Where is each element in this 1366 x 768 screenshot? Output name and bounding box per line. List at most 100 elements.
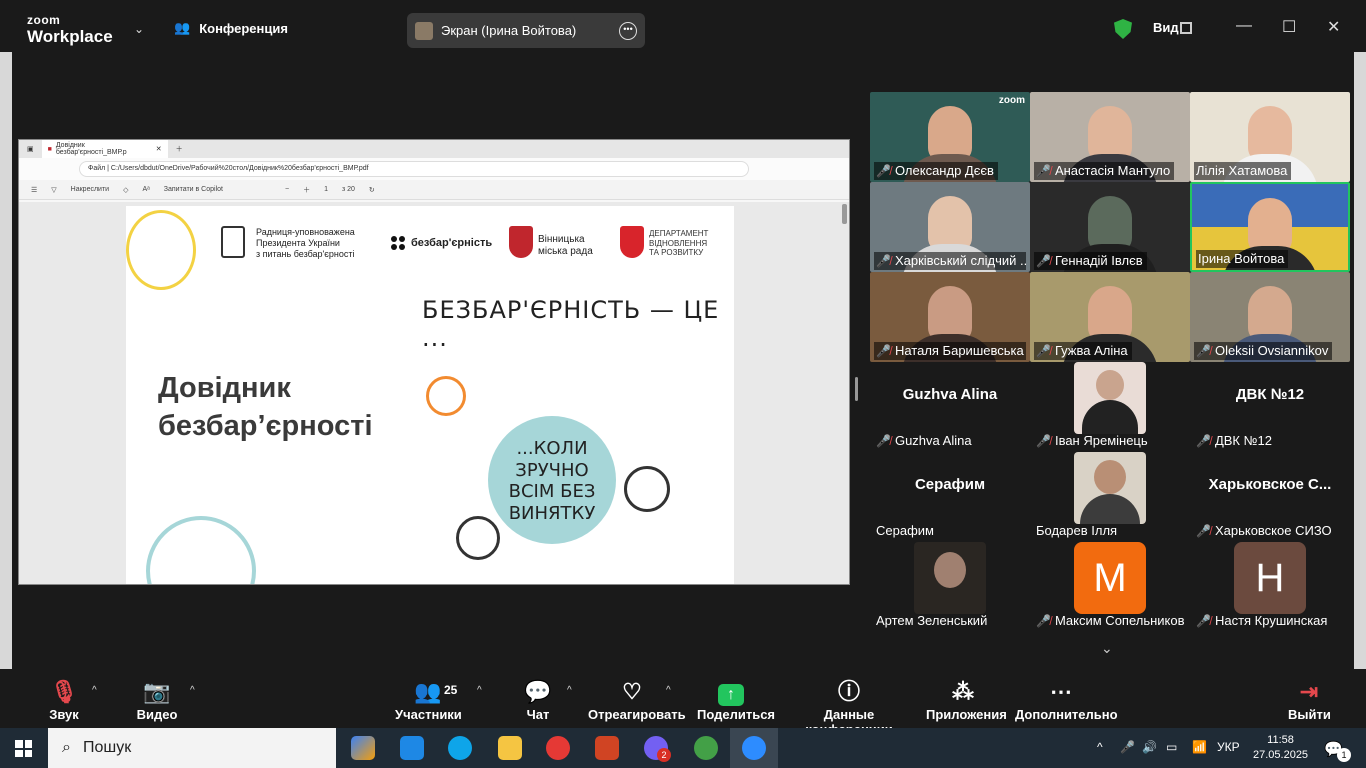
- chrome-profile-app-icon[interactable]: [694, 736, 718, 760]
- participant-display-name: Guzhva Alina: [902, 386, 998, 403]
- teal-scribble: [146, 516, 256, 584]
- tray-chevron-icon[interactable]: ^: [1097, 740, 1103, 754]
- participant-tile[interactable]: M 🎤̸ Максим Сопельников: [1030, 542, 1190, 632]
- yellow-scribble: [126, 210, 196, 290]
- apps-button[interactable]: ⁂ Приложения: [926, 677, 1007, 722]
- participant-tile[interactable]: Лілія Хатамова: [1190, 92, 1350, 182]
- participant-tile[interactable]: 🎤̸ Гужва Аліна: [1030, 272, 1190, 362]
- more-options-icon[interactable]: •••: [619, 21, 637, 40]
- participant-tile[interactable]: Серафим Серафим: [870, 452, 1030, 542]
- zoom-app-icon[interactable]: [742, 736, 766, 760]
- illustration-bike-wheel: [624, 466, 670, 512]
- audio-button[interactable]: 🎙 Звук: [46, 677, 82, 722]
- name-tag: 🎤̸ ДВК №12: [1194, 432, 1276, 450]
- battery-icon[interactable]: ▭: [1166, 740, 1177, 754]
- scrollbar[interactable]: [842, 204, 847, 224]
- participant-tile-speaking[interactable]: Ірина Войтова: [1190, 182, 1350, 272]
- text-icon[interactable]: Aᵃ: [142, 186, 149, 193]
- name-tag: 🎤̸ Наталя Баришевська: [874, 342, 1026, 360]
- react-button[interactable]: ♡ Отреагировать: [588, 677, 686, 722]
- gallery-resize-handle[interactable]: [855, 377, 858, 401]
- browser-tab[interactable]: ■ Довідник безбар'єрності_ВМР.p ✕: [41, 140, 168, 158]
- maximize-icon[interactable]: ☐: [1282, 17, 1296, 37]
- participant-tile[interactable]: 🎤̸ Наталя Баришевська: [870, 272, 1030, 362]
- participant-tile[interactable]: Guzhva Alina 🎤̸ Guzhva Alina: [870, 362, 1030, 452]
- logo-top: zoom: [27, 13, 61, 27]
- zoom-out-icon[interactable]: −: [285, 186, 289, 193]
- participant-name: Настя Крушинская: [1214, 613, 1328, 628]
- participant-tile[interactable]: zoom 🎤̸ Олександр Дєєв: [870, 92, 1030, 182]
- encryption-shield-icon[interactable]: [1114, 19, 1132, 39]
- volume-icon[interactable]: 🔊: [1142, 740, 1157, 754]
- participant-name: Максим Сопельников: [1054, 613, 1185, 628]
- more-button[interactable]: ⋯ Дополнительно: [1015, 677, 1118, 722]
- chevron-down-icon[interactable]: ⌄: [134, 22, 144, 36]
- share-screen-button[interactable]: ↑ Поделиться: [697, 677, 775, 722]
- eraser-icon[interactable]: ◇: [123, 186, 128, 194]
- participant-name: ДВК №12: [1214, 433, 1273, 448]
- chat-caret-icon[interactable]: ^: [567, 685, 572, 696]
- taskbar-search[interactable]: ⌕ Пошук: [48, 728, 336, 768]
- leave-button[interactable]: ⇥ Выйти: [1288, 677, 1331, 722]
- rotate-icon[interactable]: ↻: [369, 186, 375, 194]
- participant-tile[interactable]: 🎤̸ Іван Яремінець: [1030, 362, 1190, 452]
- view-button[interactable]: Вид: [1153, 20, 1179, 35]
- chrome-app-icon[interactable]: [546, 736, 570, 760]
- react-caret-icon[interactable]: ^: [666, 685, 671, 696]
- illustration-wheel: [426, 376, 466, 416]
- edge-app-icon[interactable]: [448, 736, 472, 760]
- participant-tile[interactable]: 🎤̸ Oleksii Ovsiannikov: [1190, 272, 1350, 362]
- language-indicator[interactable]: УКР: [1217, 740, 1240, 754]
- zoom-in-icon[interactable]: ＋: [303, 185, 310, 195]
- windows-start-icon[interactable]: [15, 740, 32, 757]
- highlight-icon[interactable]: ▽: [51, 186, 56, 194]
- close-icon[interactable]: ✕: [1327, 17, 1340, 37]
- participant-tile[interactable]: Харьковское С... 🎤̸ Харьковское СИЗО: [1190, 452, 1350, 542]
- minimize-icon[interactable]: —: [1236, 17, 1252, 35]
- left-edge: [0, 52, 12, 728]
- video-options-caret-icon[interactable]: ^: [190, 685, 195, 696]
- address-bar[interactable]: Файл | C:/Users/dbdut/OneDrive/Рабочий%2…: [79, 161, 749, 177]
- participant-tile[interactable]: Артем Зеленський: [870, 542, 1030, 632]
- new-tab-icon[interactable]: ＋: [176, 144, 183, 154]
- mic-muted-icon: 🎤̸: [876, 254, 891, 268]
- chat-button[interactable]: 💬 Чат: [523, 677, 553, 722]
- copilot-app-icon[interactable]: [351, 736, 375, 760]
- title-bar: zoom Workplace ⌄ 👥 Конференция Экран (Ір…: [0, 0, 1366, 60]
- avatar-face: [934, 552, 966, 588]
- tab-close-icon[interactable]: ✕: [156, 145, 162, 153]
- mic-tray-icon[interactable]: 🎤: [1120, 740, 1135, 754]
- participant-name: Артем Зеленський: [876, 613, 988, 628]
- mic-muted-icon: 🎤̸: [1196, 434, 1211, 448]
- participant-tile[interactable]: H 🎤̸ Настя Крушинская: [1190, 542, 1350, 632]
- draw-button[interactable]: Накреслити: [71, 186, 109, 193]
- pdf-viewport[interactable]: Радниця-уповноважена Президента України …: [19, 202, 849, 584]
- mic-muted-icon: 🎤̸: [1196, 614, 1211, 628]
- participant-tile[interactable]: 🎤̸ Геннадій Івлєв: [1030, 182, 1190, 272]
- grid-view-icon[interactable]: [1180, 22, 1192, 34]
- wifi-icon[interactable]: 📶: [1192, 740, 1207, 754]
- file-explorer-icon[interactable]: [498, 736, 522, 760]
- contents-icon[interactable]: ☰: [31, 186, 37, 194]
- participant-initial-avatar: H: [1234, 542, 1306, 614]
- shared-screen[interactable]: ▣ ■ Довідник безбар'єрності_ВМР.p ✕ ＋ Фа…: [18, 139, 850, 585]
- participant-name: Ірина Войтова: [1198, 251, 1285, 266]
- tab-actions-icon[interactable]: ▣: [27, 145, 34, 153]
- gallery-next-page-icon[interactable]: ⌄: [1101, 640, 1113, 657]
- participant-tile[interactable]: Бодарев Ілля: [1030, 452, 1190, 542]
- powerpoint-app-icon[interactable]: [595, 736, 619, 760]
- name-tag: 🎤̸ Максим Сопельников: [1034, 612, 1186, 630]
- participant-tile[interactable]: 🎤̸ Харківський слідчий ...: [870, 182, 1030, 272]
- meeting-button[interactable]: 👥 Конференция: [174, 20, 288, 36]
- audio-options-caret-icon[interactable]: ^: [92, 685, 97, 696]
- screen-share-pill[interactable]: Экран (Ірина Войтова) •••: [407, 13, 645, 48]
- store-app-icon[interactable]: [400, 736, 424, 760]
- participant-tile[interactable]: ДВК №12 🎤̸ ДВК №12: [1190, 362, 1350, 452]
- meeting-toolbar: 🎙 Звук ^ 📷 Видео ^ 👥 Участники 25 ^ 💬 Ча…: [0, 669, 1366, 737]
- participant-tile[interactable]: 🎤̸ Анастасія Мантуло: [1030, 92, 1190, 182]
- video-button[interactable]: 📷 Видео: [134, 677, 180, 722]
- clock[interactable]: 11:58 27.05.2025: [1253, 733, 1308, 763]
- copilot-button[interactable]: Запитати в Copilot: [164, 186, 223, 193]
- participants-caret-icon[interactable]: ^: [477, 685, 482, 696]
- page-input[interactable]: 1: [324, 186, 328, 193]
